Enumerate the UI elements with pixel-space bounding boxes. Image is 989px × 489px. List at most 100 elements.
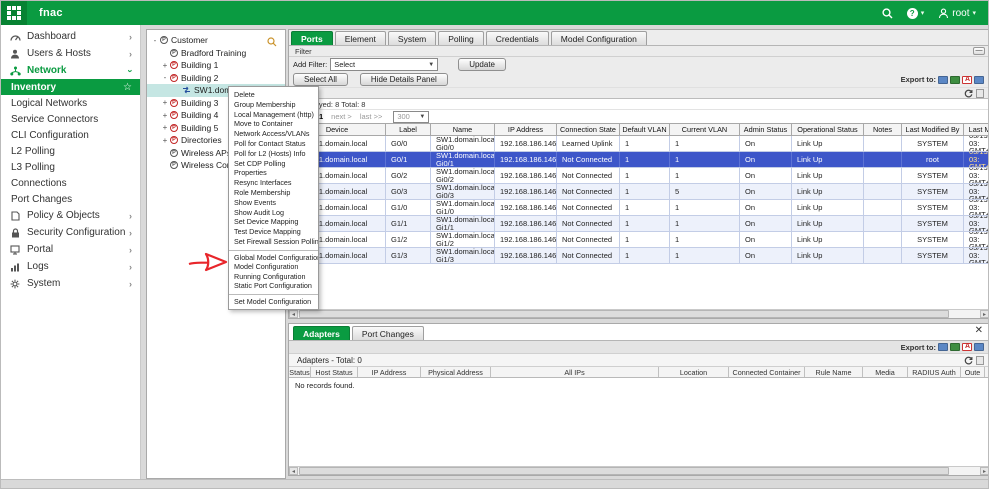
sidebar-item-portal[interactable]: Portal›	[1, 241, 140, 258]
sidebar-item-logical-networks[interactable]: Logical Networks	[1, 95, 140, 111]
context-menu-item[interactable]: Move to Container	[229, 119, 318, 129]
tab[interactable]: Element	[335, 31, 386, 45]
export-excel-icon[interactable]	[950, 76, 960, 84]
tab[interactable]: Polling	[438, 31, 484, 45]
context-menu-item[interactable]: Poll for Contact Status	[229, 139, 318, 149]
hide-details-panel-button[interactable]: Hide Details Panel	[360, 73, 448, 86]
tree-expander-icon[interactable]: -	[151, 36, 159, 45]
tree-item[interactable]: - P Customer	[147, 34, 285, 47]
column-header[interactable]: Notes	[864, 124, 902, 135]
context-menu-item[interactable]: Static Port Configuration	[229, 281, 318, 291]
tree-expander-icon[interactable]: +	[161, 136, 169, 145]
column-header[interactable]: Default VLAN	[620, 124, 670, 135]
tree-expander-icon[interactable]: +	[161, 61, 169, 70]
column-header[interactable]: Connection State	[557, 124, 620, 135]
sidebar-item-cli-configuration[interactable]: CLI Configuration	[1, 127, 140, 143]
context-menu-item[interactable]: Delete	[229, 90, 318, 100]
port-table-row[interactable]: SW1.domain.localG1/3SW1.domain.local Gi1…	[289, 248, 989, 264]
port-table-row[interactable]: SW1.domain.localG1/2SW1.domain.local Gi1…	[289, 232, 989, 248]
sidebar-item-l2-polling[interactable]: L2 Polling	[1, 143, 140, 159]
sidebar-item-dashboard[interactable]: Dashboard›	[1, 28, 140, 45]
sidebar-item-network[interactable]: Network›	[1, 62, 140, 79]
context-menu-item[interactable]: Set CDP Polling	[229, 159, 318, 169]
export-pdf-icon[interactable]	[962, 76, 972, 84]
search-icon[interactable]	[882, 8, 893, 19]
last-page-link[interactable]: last >>	[360, 112, 383, 121]
tree-expander-icon[interactable]: +	[161, 123, 169, 132]
add-filter-select[interactable]: Select ▼	[330, 58, 438, 71]
export-excel-icon[interactable]	[950, 343, 960, 351]
export-pdf-icon[interactable]	[962, 343, 972, 351]
column-header[interactable]: Media	[863, 367, 908, 377]
tab[interactable]: Adapters	[293, 326, 350, 340]
context-menu-item[interactable]: Global Model Configuration	[229, 250, 318, 262]
context-menu-item[interactable]: Set Device Mapping	[229, 217, 318, 227]
column-header[interactable]: Connected Container	[729, 367, 805, 377]
print-layout-icon[interactable]	[976, 89, 984, 98]
port-table-row[interactable]: SW1.domain.localG0/1SW1.domain.local Gi0…	[289, 152, 989, 168]
context-menu-item[interactable]: Poll for L2 (Hosts) Info	[229, 149, 318, 159]
tree-expander-icon[interactable]: +	[161, 111, 169, 120]
scroll-left-arrow[interactable]: ◂	[289, 310, 298, 318]
scrollbar-thumb[interactable]	[299, 467, 949, 475]
export-rtf-icon[interactable]	[974, 343, 984, 351]
context-menu-item[interactable]: Resync Interfaces	[229, 178, 318, 188]
column-header[interactable]: Status	[289, 367, 311, 377]
context-menu-item[interactable]: Role Membership	[229, 188, 318, 198]
update-button[interactable]: Update	[458, 58, 506, 71]
context-menu-item[interactable]: Show Audit Log	[229, 208, 318, 218]
column-header[interactable]: Host Status	[311, 367, 358, 377]
context-menu-item[interactable]: Group Membership	[229, 100, 318, 110]
context-menu-item[interactable]: Show Events	[229, 198, 318, 208]
column-header[interactable]: Last Modif	[964, 124, 989, 135]
sidebar-item-logs[interactable]: Logs›	[1, 258, 140, 275]
tree-expander-icon[interactable]: +	[161, 98, 169, 107]
tab[interactable]: Port Changes	[352, 326, 424, 340]
refresh-icon[interactable]	[964, 89, 973, 98]
sidebar-item-l3-polling[interactable]: L3 Polling	[1, 159, 140, 175]
tree-search-icon[interactable]	[267, 37, 277, 47]
port-table-row[interactable]: SW1.domain.localG1/1SW1.domain.local Gi1…	[289, 216, 989, 232]
close-icon[interactable]: ✕	[975, 326, 983, 336]
scroll-left-arrow[interactable]: ◂	[289, 467, 298, 475]
tab[interactable]: Ports	[291, 31, 333, 45]
fortinet-logo[interactable]	[1, 1, 27, 25]
export-csv-icon[interactable]	[938, 343, 948, 351]
column-header[interactable]: Name	[431, 124, 495, 135]
ports-horizontal-scrollbar[interactable]: ◂ ▸	[289, 309, 989, 318]
sidebar-item-system[interactable]: System›	[1, 275, 140, 292]
context-menu-item[interactable]: Properties	[229, 168, 318, 178]
sidebar-item-connections[interactable]: Connections	[1, 175, 140, 191]
collapse-filter-button[interactable]: —	[973, 47, 985, 55]
tab[interactable]: System	[388, 31, 436, 45]
tree-item[interactable]: P Bradford Training	[147, 47, 285, 60]
page-size-select[interactable]: 300 ▼	[393, 111, 429, 123]
scroll-right-arrow[interactable]: ▸	[980, 467, 989, 475]
tree-item[interactable]: - P Building 2	[147, 72, 285, 85]
refresh-icon[interactable]	[964, 356, 973, 365]
sidebar-item-security-configuration[interactable]: Security Configuration›	[1, 224, 140, 241]
details-horizontal-scrollbar[interactable]: ◂ ▸	[289, 466, 989, 475]
context-menu-item[interactable]: Local Management (http)	[229, 110, 318, 120]
column-header[interactable]: Admin Status	[740, 124, 792, 135]
context-menu-item[interactable]: Set Model Configuration	[229, 294, 318, 306]
export-csv-icon[interactable]	[938, 76, 948, 84]
help-menu[interactable]: ? ▾	[907, 8, 925, 19]
context-menu-item[interactable]: Set Firewall Session Polling	[229, 237, 318, 247]
sidebar-item-service-connectors[interactable]: Service Connectors	[1, 111, 140, 127]
tree-item[interactable]: + P Building 1	[147, 59, 285, 72]
next-page-link[interactable]: next >	[331, 112, 352, 121]
port-table-row[interactable]: SW1.domain.localG0/2SW1.domain.local Gi0…	[289, 168, 989, 184]
page-number[interactable]: 1	[319, 112, 323, 121]
column-header[interactable]: Location	[659, 367, 729, 377]
export-rtf-icon[interactable]	[974, 76, 984, 84]
scroll-right-arrow[interactable]: ▸	[980, 310, 989, 318]
tree-expander-icon[interactable]: -	[161, 73, 169, 82]
context-menu-item[interactable]: Test Device Mapping	[229, 227, 318, 237]
column-header[interactable]: RADIUS Auth	[908, 367, 961, 377]
port-table-row[interactable]: SW1.domain.localG0/3SW1.domain.local Gi0…	[289, 184, 989, 200]
column-header[interactable]: Label	[386, 124, 431, 135]
tab[interactable]: Model Configuration	[551, 31, 647, 45]
context-menu-item[interactable]: Model Configuration	[229, 262, 318, 272]
sidebar-item-policy-objects[interactable]: Policy & Objects›	[1, 207, 140, 224]
